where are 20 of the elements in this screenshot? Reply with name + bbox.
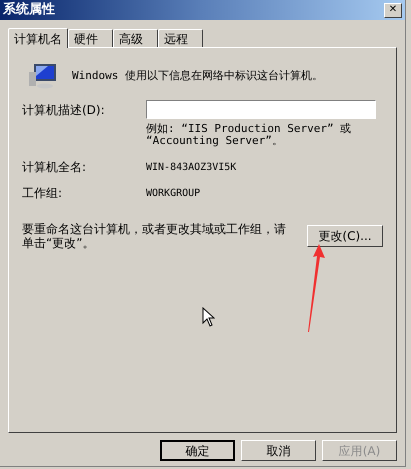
intro-text: Windows 使用以下信息在网络中标识这台计算机。 bbox=[72, 68, 323, 84]
mouse-cursor-icon bbox=[202, 307, 215, 328]
tab[interactable]: 硬件 bbox=[68, 29, 113, 47]
field-value: WORKGROUP bbox=[146, 186, 200, 200]
field-label: 工作组: bbox=[22, 185, 64, 202]
field-label: 计算机全名: bbox=[22, 159, 88, 176]
description-field[interactable] bbox=[146, 100, 376, 119]
close-button[interactable]: ✕ bbox=[384, 2, 402, 18]
dialog-button[interactable]: 取消 bbox=[241, 440, 316, 461]
example-text: 例如: “IIS Production Server” 或 “Accounting Server”。 bbox=[146, 123, 352, 147]
computer-icon bbox=[28, 62, 58, 90]
dialog-button[interactable]: 确定 bbox=[160, 440, 235, 461]
tab[interactable]: 计算机名 bbox=[8, 28, 68, 48]
field-label: 计算机描述(D): bbox=[22, 102, 106, 118]
rename-instructions: 要重命名这台计算机，或者更改其域或工作组，请单击“更改”。 bbox=[22, 222, 287, 250]
field-value: WIN-843AOZ3VI5K bbox=[146, 160, 236, 174]
window-title: 系统属性 bbox=[3, 0, 55, 20]
change-button[interactable]: 更改(C)... bbox=[307, 225, 383, 247]
tab[interactable]: 远程 bbox=[158, 29, 203, 47]
tab[interactable]: 高级 bbox=[113, 29, 158, 47]
